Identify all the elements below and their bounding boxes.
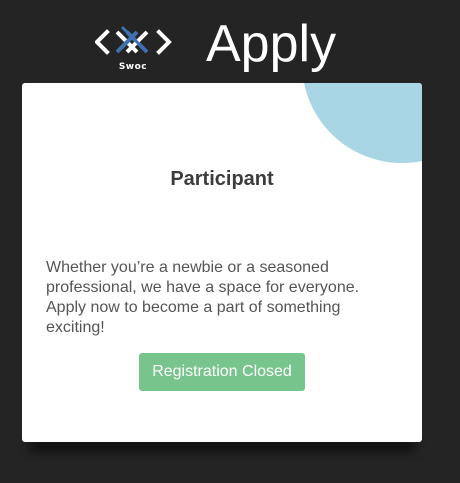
header: Swoc Apply [0,0,460,80]
card-description: Whether you’re a newbie or a seasoned pr… [46,259,360,336]
page-title: Apply [206,15,337,73]
participant-card: Participant Whether you’re a newbie or a… [22,83,422,442]
logo-text: Swoc [118,62,148,72]
registration-closed-button[interactable]: Registration Closed [139,353,305,391]
swoc-logo[interactable]: Swoc [95,22,175,76]
card-title: Participant [170,168,274,190]
swoc-logo-icon [95,25,172,55]
card-decor-circle [302,83,422,163]
